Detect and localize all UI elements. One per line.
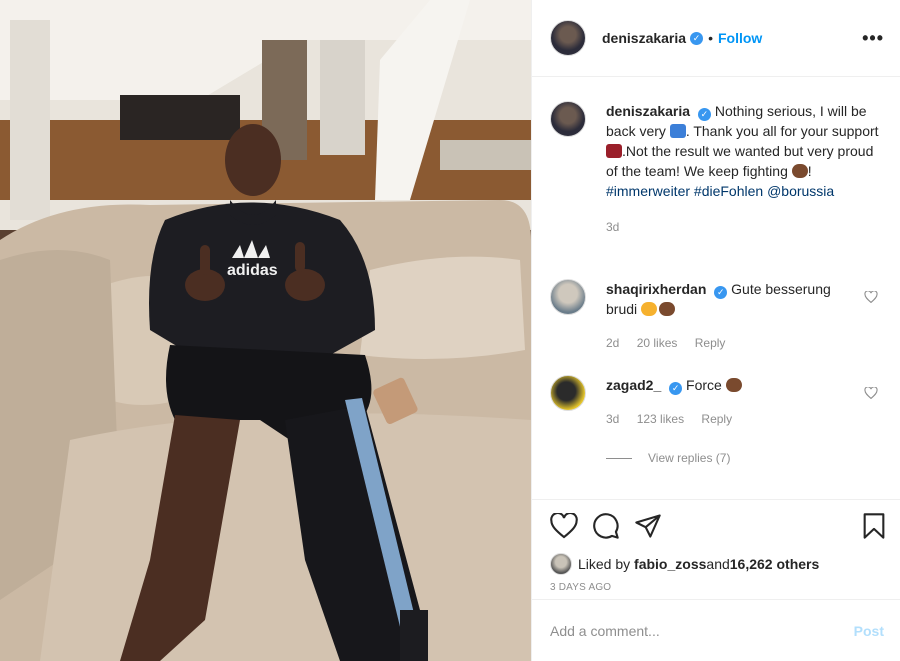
post-sidebar: deniszakaria ✓ • Follow ••• deniszakaria…: [531, 0, 900, 661]
bookmark-icon[interactable]: [862, 512, 886, 540]
verified-badge-icon: ✓: [697, 108, 711, 121]
dot-separator: •: [708, 30, 713, 46]
flexed-biceps-emoji-icon: [791, 164, 808, 178]
add-comment-input[interactable]: Add a comment...: [550, 623, 660, 639]
comment-likes[interactable]: 123 likes: [637, 412, 684, 426]
comment-username[interactable]: zagad2_: [606, 377, 661, 393]
caption-time[interactable]: 3d: [606, 217, 884, 237]
mention-link[interactable]: @borussia: [767, 183, 834, 199]
comment-meta: 2d 20 likes Reply: [606, 333, 846, 353]
like-comment-heart-icon[interactable]: [864, 291, 878, 303]
comment-item: shaqirixherdan ✓ Gute besserung brudi 2d…: [550, 279, 884, 353]
more-options-icon[interactable]: •••: [862, 28, 884, 49]
hashtag-link[interactable]: #immerweiter: [606, 183, 690, 199]
comment-body: zagad2_ ✓ Force 3d 123 likes Reply: [606, 375, 846, 429]
comment-item: zagad2_ ✓ Force 3d 123 likes Reply: [550, 375, 884, 429]
likes-and: and: [706, 556, 730, 572]
verified-badge-icon: ✓: [690, 31, 704, 45]
like-comment-heart-icon[interactable]: [864, 387, 878, 399]
comment-body: shaqirixherdan ✓ Gute besserung brudi 2d…: [606, 279, 846, 353]
reply-button[interactable]: Reply: [695, 336, 726, 350]
caption-text: !: [807, 163, 812, 179]
author-avatar[interactable]: [550, 20, 586, 56]
svg-text:adidas: adidas: [227, 262, 278, 279]
commenter-avatar[interactable]: [550, 279, 586, 315]
comment-time[interactable]: 3d: [606, 412, 619, 426]
heart-emoji-icon: [606, 144, 622, 158]
likes-prefix: Liked by: [578, 556, 631, 572]
commenter-avatar[interactable]: [550, 375, 586, 411]
follow-button[interactable]: Follow: [718, 30, 762, 46]
verified-badge-icon: ✓: [669, 382, 683, 395]
instagram-post: adidas deniszakaria ✓ • Follow ••• denis…: [0, 0, 900, 661]
caption-text: . Thank you all for your support: [685, 123, 879, 139]
caption-username[interactable]: deniszakaria: [606, 103, 690, 119]
caption-avatar[interactable]: [550, 101, 586, 137]
view-replies-button[interactable]: View replies (7): [606, 451, 884, 465]
flexed-biceps-emoji-icon: [725, 378, 742, 392]
likes-summary[interactable]: Liked by fabio_zoss and 16,262 others: [532, 551, 900, 577]
caption-text: .Not the result we wanted but very proud…: [606, 143, 874, 179]
post-date[interactable]: 3 DAYS AGO: [532, 577, 900, 599]
caption: deniszakaria ✓ Nothing serious, I will b…: [550, 101, 884, 237]
comment-meta: 3d 123 likes Reply: [606, 409, 846, 429]
kissing-face-emoji-icon: [641, 302, 658, 316]
flexed-biceps-emoji-icon: [659, 302, 676, 316]
author-username[interactable]: deniszakaria: [602, 30, 686, 46]
view-replies-label: View replies (7): [648, 451, 731, 465]
comment-time[interactable]: 2d: [606, 336, 619, 350]
reply-button[interactable]: Reply: [701, 412, 732, 426]
comment-likes[interactable]: 20 likes: [637, 336, 678, 350]
post-photo[interactable]: adidas: [0, 0, 531, 661]
add-comment-bar: Add a comment... Post: [532, 599, 900, 661]
comment-text: Force: [686, 377, 726, 393]
comment-icon[interactable]: [592, 512, 620, 540]
player-photo-illustration: adidas: [0, 0, 531, 661]
share-icon[interactable]: [634, 512, 662, 540]
likes-count[interactable]: 16,262 others: [730, 556, 820, 572]
caption-body: deniszakaria ✓ Nothing serious, I will b…: [606, 101, 884, 237]
post-header: deniszakaria ✓ • Follow •••: [532, 0, 900, 77]
comments-section: deniszakaria ✓ Nothing serious, I will b…: [532, 77, 900, 499]
liker-avatar[interactable]: [550, 553, 572, 575]
comment-username[interactable]: shaqirixherdan: [606, 281, 706, 297]
verified-badge-icon: ✓: [714, 286, 728, 299]
replies-divider: [606, 457, 632, 459]
liker-username[interactable]: fabio_zoss: [634, 556, 706, 572]
post-comment-button[interactable]: Post: [854, 623, 884, 639]
soon-emoji-icon: [669, 124, 686, 138]
action-bar: [532, 499, 900, 551]
heart-icon[interactable]: [550, 512, 578, 539]
hashtag-link[interactable]: #dieFohlen: [694, 183, 763, 199]
